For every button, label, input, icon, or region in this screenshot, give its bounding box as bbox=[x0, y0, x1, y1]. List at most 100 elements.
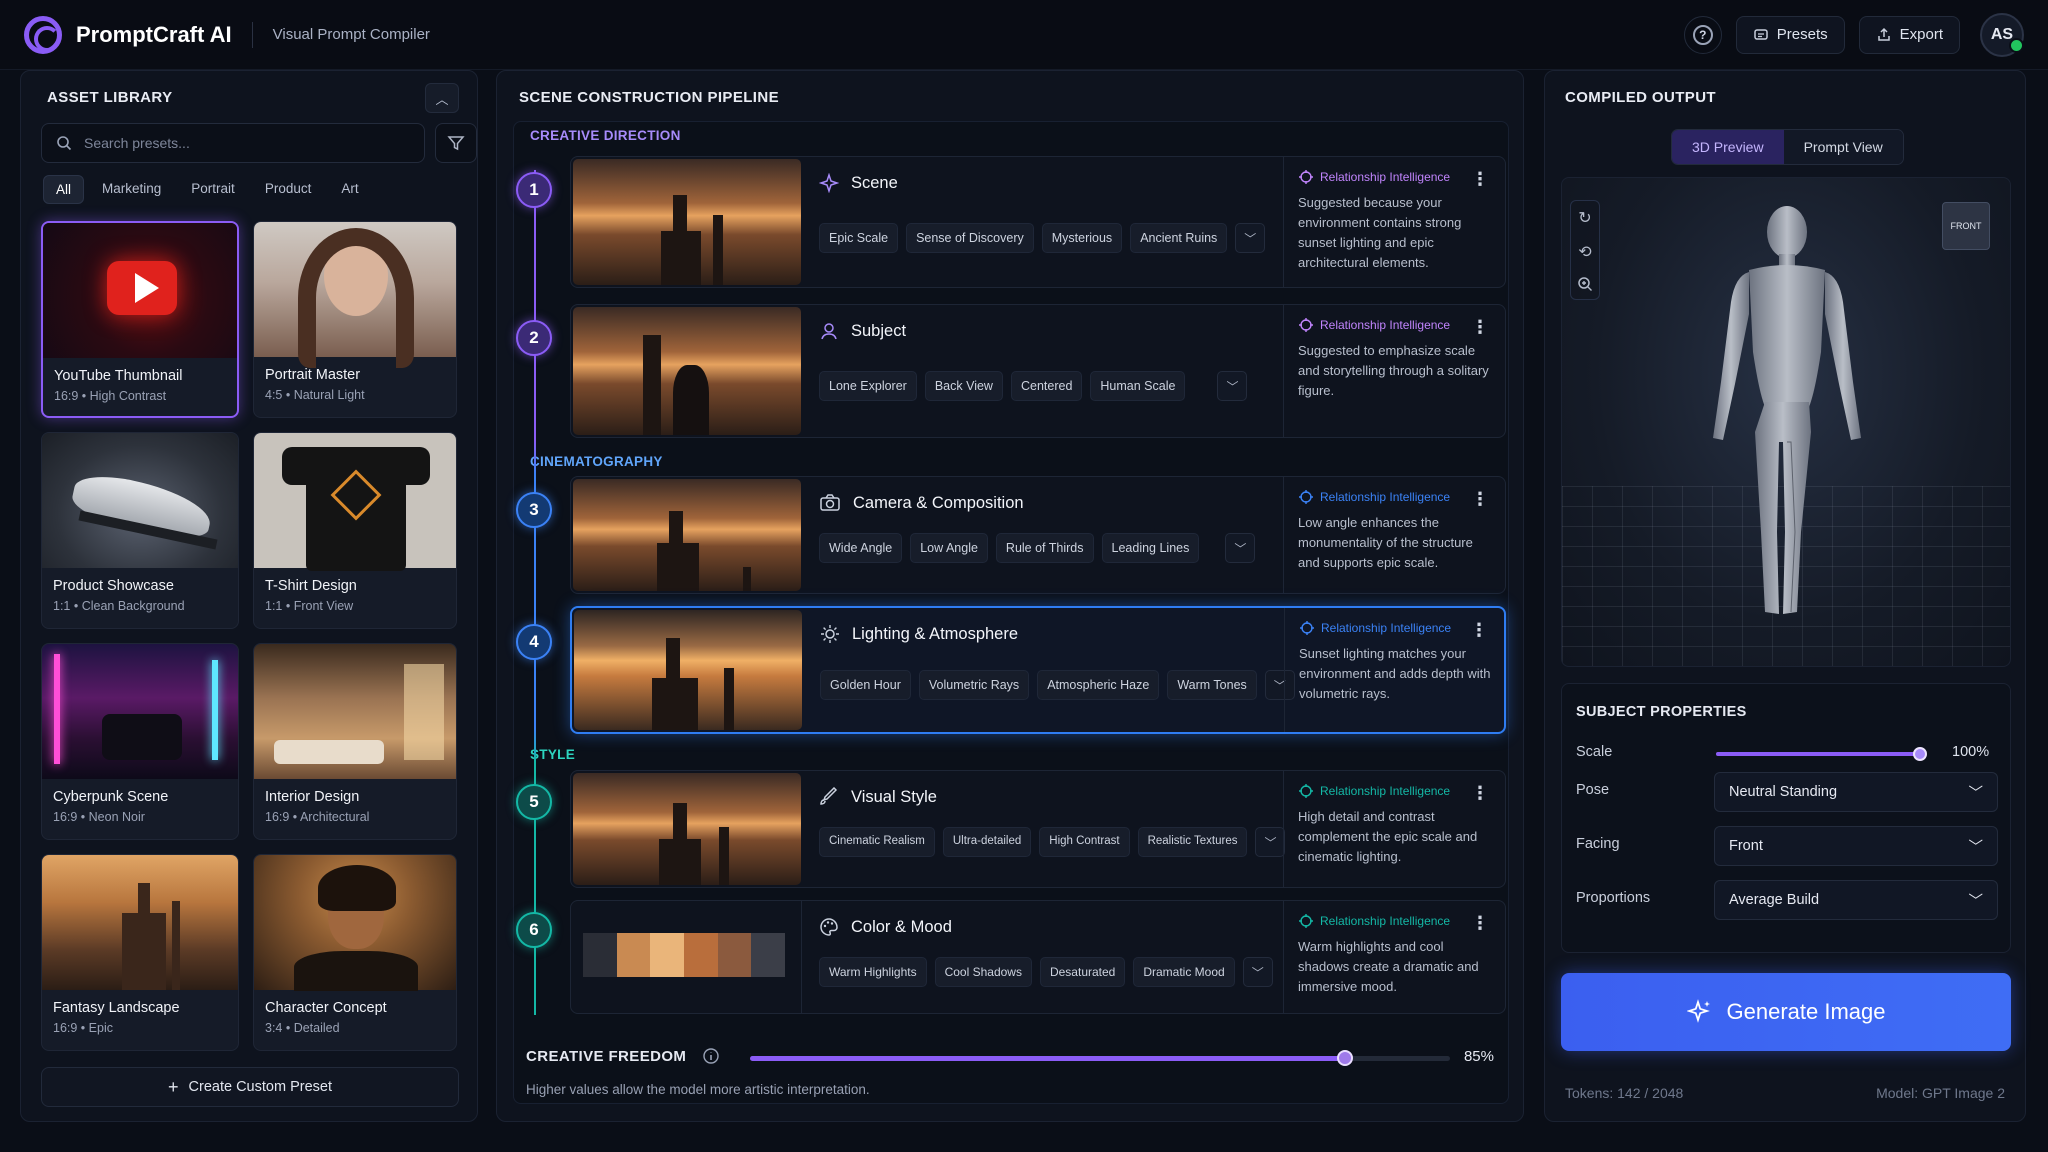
tag-chip[interactable]: Cinematic Realism bbox=[819, 827, 935, 857]
more-menu-icon[interactable]: ⋮ bbox=[1471, 783, 1489, 804]
preset-card-interior[interactable]: Interior Design 16:9 • Architectural bbox=[253, 643, 457, 840]
tag-chip[interactable]: High Contrast bbox=[1039, 827, 1130, 857]
tag-chip[interactable]: Low Angle bbox=[910, 533, 988, 563]
compiled-output-panel: COMPILED OUTPUT 3D Preview Prompt View ↻… bbox=[1544, 70, 2026, 1122]
filter-tab-portrait[interactable]: Portrait bbox=[179, 175, 247, 204]
more-menu-icon[interactable]: ⋮ bbox=[1470, 620, 1488, 641]
preset-card-tshirt[interactable]: T-Shirt Design 1:1 • Front View bbox=[253, 432, 457, 629]
tag-chip[interactable]: Wide Angle bbox=[819, 533, 903, 563]
preset-card-portrait[interactable]: Portrait Master 4:5 • Natural Light bbox=[253, 221, 457, 418]
chevron-down-icon[interactable]: ﹀ bbox=[1242, 957, 1273, 987]
filter-button[interactable] bbox=[435, 123, 477, 163]
export-icon bbox=[1877, 27, 1890, 41]
facing-select[interactable]: Front ﹀ bbox=[1714, 826, 1998, 866]
facing-label: Facing bbox=[1576, 836, 1620, 852]
palette-swatch bbox=[650, 933, 685, 977]
step-row-camera[interactable]: Camera & Composition Wide Angle Low Angle… bbox=[570, 476, 1506, 594]
more-menu-icon[interactable]: ⋮ bbox=[1471, 169, 1489, 190]
tag-chip[interactable]: Ultra-detailed bbox=[942, 827, 1032, 857]
tag-chip[interactable]: Leading Lines bbox=[1101, 533, 1200, 563]
more-menu-icon[interactable]: ⋮ bbox=[1471, 913, 1489, 934]
proportions-select[interactable]: Average Build ﹀ bbox=[1714, 880, 1998, 920]
palette-swatch bbox=[751, 933, 786, 977]
chevron-down-icon[interactable]: ﹀ bbox=[1235, 223, 1266, 253]
chevron-down-icon[interactable]: ﹀ bbox=[1217, 371, 1248, 401]
tag-chip[interactable]: Sense of Discovery bbox=[906, 223, 1034, 253]
search-input[interactable] bbox=[84, 135, 384, 151]
preset-title: Fantasy Landscape bbox=[53, 1000, 180, 1016]
tag-chip[interactable]: Back View bbox=[924, 371, 1003, 401]
preset-card-character[interactable]: Character Concept 3:4 • Detailed bbox=[253, 854, 457, 1051]
slider-handle[interactable] bbox=[1337, 1050, 1353, 1066]
preset-card-fantasy[interactable]: Fantasy Landscape 16:9 • Epic bbox=[41, 854, 239, 1051]
export-button[interactable]: Export bbox=[1858, 15, 1960, 54]
tag-chip[interactable]: Centered bbox=[1010, 371, 1083, 401]
filter-tab-product[interactable]: Product bbox=[253, 175, 324, 204]
scale-slider[interactable] bbox=[1716, 747, 1927, 761]
preset-card-cyberpunk[interactable]: Cyberpunk Scene 16:9 • Neon Noir bbox=[41, 643, 239, 840]
filter-tab-marketing[interactable]: Marketing bbox=[90, 175, 173, 204]
tag-chip[interactable]: Rule of Thirds bbox=[995, 533, 1094, 563]
step-row-scene[interactable]: Scene Epic Scale Sense of Discovery Myster… bbox=[570, 156, 1506, 288]
ri-text: Sunset lighting matches your environment… bbox=[1299, 646, 1491, 701]
tag-chip[interactable]: Volumetric Rays bbox=[918, 670, 1030, 700]
slider-fill bbox=[1716, 747, 1927, 761]
tag-chip[interactable]: Desaturated bbox=[1039, 957, 1126, 987]
chevron-down-icon[interactable]: ﹀ bbox=[1255, 827, 1286, 857]
step-row-color-mood[interactable]: Color & Mood Warm Highlights Cool Shadows… bbox=[570, 900, 1506, 1014]
view-cube[interactable]: FRONT bbox=[1942, 202, 1990, 250]
user-avatar[interactable]: AS bbox=[1980, 12, 2024, 57]
tag-chip[interactable]: Ancient Ruins bbox=[1130, 223, 1228, 253]
step-row-subject[interactable]: Subject Lone Explorer Back View Centered Hu… bbox=[570, 304, 1506, 438]
generate-image-button[interactable]: Generate Image bbox=[1561, 973, 2011, 1051]
tag-chip[interactable]: Atmospheric Haze bbox=[1037, 670, 1160, 700]
preset-title: Character Concept bbox=[265, 1000, 387, 1016]
filter-tab-art[interactable]: Art bbox=[329, 175, 370, 204]
info-icon[interactable] bbox=[702, 1047, 720, 1065]
rotate-icon[interactable]: ↻ bbox=[1578, 208, 1591, 228]
preset-grid: YouTube Thumbnail 16:9 • High Contrast P… bbox=[41, 221, 457, 1051]
export-label: Export bbox=[1899, 26, 1943, 43]
scale-value: 100% bbox=[1952, 744, 1990, 760]
step-row-lighting[interactable]: Lighting & Atmosphere Golden Hour Volumet… bbox=[570, 606, 1506, 734]
creative-freedom-slider[interactable] bbox=[750, 1050, 1450, 1066]
filter-tab-all[interactable]: All bbox=[43, 175, 85, 204]
tag-chip[interactable]: Epic Scale bbox=[819, 223, 899, 253]
slider-handle[interactable] bbox=[1913, 747, 1927, 761]
tag-chip[interactable]: Realistic Textures bbox=[1137, 827, 1248, 857]
view-toggle: 3D Preview Prompt View bbox=[1671, 129, 1904, 165]
pose-select[interactable]: Neutral Standing ﹀ bbox=[1714, 772, 1998, 812]
reset-view-icon[interactable]: ⟲ bbox=[1578, 242, 1591, 262]
tag-chip[interactable]: Mysterious bbox=[1041, 223, 1123, 253]
more-menu-icon[interactable]: ⋮ bbox=[1471, 317, 1489, 338]
compiled-output-title: COMPILED OUTPUT bbox=[1565, 89, 1716, 106]
step-number: 4 bbox=[516, 624, 552, 660]
tag-chip[interactable]: Human Scale bbox=[1090, 371, 1186, 401]
tab-3d-preview[interactable]: 3D Preview bbox=[1672, 130, 1784, 164]
creative-freedom-value: 85% bbox=[1463, 1048, 1494, 1065]
search-box bbox=[41, 123, 425, 163]
tag-chip[interactable]: Golden Hour bbox=[820, 670, 911, 700]
presets-button[interactable]: Presets bbox=[1735, 15, 1845, 54]
preset-card-youtube[interactable]: YouTube Thumbnail 16:9 • High Contrast bbox=[41, 221, 239, 418]
tag-chip[interactable]: Warm Tones bbox=[1167, 670, 1257, 700]
3d-viewport[interactable]: ↻ ⟲ FRONT bbox=[1561, 177, 2011, 667]
ri-label: Relationship Intelligence bbox=[1320, 914, 1451, 928]
tag-chip[interactable]: Warm Highlights bbox=[819, 957, 927, 987]
tag-chip[interactable]: Lone Explorer bbox=[819, 371, 917, 401]
zoom-icon[interactable] bbox=[1577, 276, 1593, 292]
proportions-value: Average Build bbox=[1729, 892, 1820, 908]
help-button[interactable]: ? bbox=[1683, 15, 1722, 54]
step-row-visual-style[interactable]: Visual Style Cinematic Realism Ultra-deta… bbox=[570, 770, 1506, 888]
brain-icon bbox=[1299, 784, 1313, 798]
section-creative-direction: CREATIVE DIRECTION bbox=[530, 128, 681, 143]
create-preset-button[interactable]: + Create Custom Preset bbox=[41, 1067, 459, 1107]
preset-title: Product Showcase bbox=[53, 578, 174, 594]
tag-chip[interactable]: Cool Shadows bbox=[934, 957, 1032, 987]
chevron-down-icon[interactable]: ﹀ bbox=[1225, 533, 1256, 563]
more-menu-icon[interactable]: ⋮ bbox=[1471, 489, 1489, 510]
tab-prompt-view[interactable]: Prompt View bbox=[1783, 130, 1903, 164]
collapse-button[interactable]: ︿ bbox=[425, 83, 459, 113]
tag-chip[interactable]: Dramatic Mood bbox=[1133, 957, 1235, 987]
preset-card-product[interactable]: Product Showcase 1:1 • Clean Background bbox=[41, 432, 239, 629]
